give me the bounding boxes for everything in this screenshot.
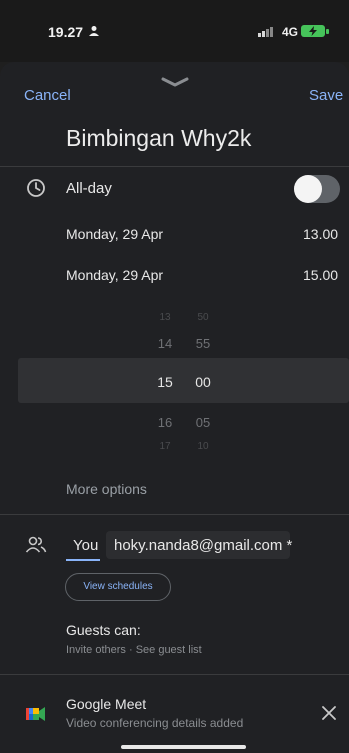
- picker-minute-option[interactable]: 05: [188, 415, 218, 430]
- start-time[interactable]: 13.00: [303, 226, 338, 242]
- more-options-link[interactable]: More options: [66, 481, 147, 497]
- cancel-button[interactable]: Cancel: [24, 87, 71, 104]
- picker-hour-selected[interactable]: 15: [150, 374, 180, 390]
- signal-icon: [258, 27, 273, 37]
- guests-can-heading: Guests can:: [66, 622, 141, 638]
- guest-permissions[interactable]: Invite others · See guest list: [66, 644, 202, 656]
- save-button[interactable]: Save: [309, 87, 343, 104]
- divider: [0, 674, 349, 675]
- person-status-icon: [89, 26, 99, 36]
- people-icon: [25, 536, 47, 553]
- picker-minute-option[interactable]: 50: [188, 312, 218, 323]
- picker-minute-option[interactable]: 55: [188, 336, 218, 351]
- charging-icon: [309, 26, 317, 36]
- toggle-knob: [294, 175, 322, 203]
- home-indicator: [121, 745, 246, 749]
- end-date[interactable]: Monday, 29 Apr: [66, 267, 163, 283]
- event-title[interactable]: Bimbingan Why2k: [66, 125, 251, 152]
- picker-hour-option[interactable]: 17: [150, 441, 180, 452]
- clock-icon: [27, 179, 45, 197]
- network-type: 4G: [282, 25, 299, 39]
- status-time: 19.27: [48, 24, 84, 40]
- all-day-label: All-day: [66, 180, 112, 197]
- divider: [0, 166, 349, 167]
- picker-minute-selected[interactable]: 00: [188, 374, 218, 390]
- chevron-down-icon[interactable]: [160, 76, 190, 88]
- view-schedules-label: View schedules: [83, 581, 153, 592]
- guest-chip-label: You: [73, 537, 99, 554]
- picker-hour-option[interactable]: 13: [150, 312, 180, 323]
- guest-chip-label: hoky.nanda8@gmail.com *: [114, 537, 293, 554]
- google-meet-icon: [26, 707, 45, 721]
- end-time[interactable]: 15.00: [303, 267, 338, 283]
- picker-minute-option[interactable]: 10: [188, 441, 218, 452]
- battery-tip: [326, 29, 329, 34]
- close-icon[interactable]: [322, 706, 336, 720]
- divider: [0, 514, 349, 515]
- picker-hour-option[interactable]: 16: [150, 415, 180, 430]
- conferencing-subtitle: Video conferencing details added: [66, 716, 244, 730]
- start-date[interactable]: Monday, 29 Apr: [66, 226, 163, 242]
- picker-hour-option[interactable]: 14: [150, 336, 180, 351]
- conferencing-title: Google Meet: [66, 696, 147, 712]
- time-picker-selection-band: [18, 358, 349, 403]
